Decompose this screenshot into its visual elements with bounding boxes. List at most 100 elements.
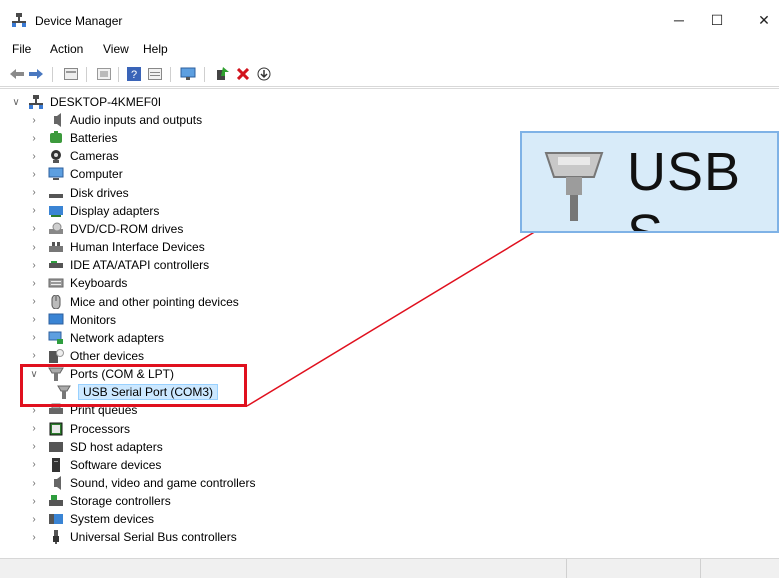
tree-item-label: Other devices [70,348,145,363]
tree-item-label: Mice and other pointing devices [70,294,239,309]
highlight-box [20,364,247,407]
hid-icon [49,242,63,253]
help-icon[interactable]: ? [126,66,142,82]
tree-item-label: Software devices [70,457,162,472]
chevron-right-icon[interactable]: › [28,223,40,235]
chevron-right-icon[interactable]: › [28,259,40,271]
tree-item-label: Audio inputs and outputs [70,113,203,127]
toolbar: ? [0,62,779,87]
ide-icon [49,261,63,269]
tree-category-item[interactable]: › Human Interface Devices [28,238,205,256]
processor-icon [49,422,63,436]
camera-icon [51,150,61,164]
tree-category-item[interactable]: › Software devices [28,456,161,474]
tree-item-label: Processors [70,421,131,436]
close-button[interactable]: ✕ [741,4,779,36]
back-icon[interactable] [9,66,25,82]
forward-icon[interactable] [28,66,44,82]
tree-category-item[interactable]: › SD host adapters [28,438,163,456]
tree-item-label: Human Interface Devices [70,240,205,255]
tree-category-item[interactable]: › Mice and other pointing devices [28,293,239,311]
tree-category-item[interactable]: › Batteries [28,129,117,147]
chevron-right-icon[interactable]: › [28,441,40,453]
chevron-right-icon[interactable]: › [28,423,40,435]
chevron-right-icon[interactable]: › [28,296,40,308]
system-icon [49,514,63,525]
tree-item-label: Cameras [70,149,119,164]
chevron-right-icon[interactable]: › [28,241,40,253]
tree-item-label: DVD/CD-ROM drives [70,221,184,236]
tree-category-item[interactable]: › Keyboards [28,274,127,292]
menu-action[interactable]: Action [50,42,83,56]
tree-category-item[interactable]: › Universal Serial Bus controllers [28,528,237,546]
tree-item-label: Computer [70,167,123,182]
chevron-right-icon[interactable]: › [28,350,40,362]
zoom-callout: USB S [520,131,779,233]
tree-item-label: Sound, video and game controllers [70,476,256,490]
device-manager-icon [12,13,26,27]
tree-root[interactable]: ∨ DESKTOP-4KMEF0I [10,93,161,111]
monitor-icon[interactable] [180,66,196,82]
uninstall-icon[interactable] [235,66,251,82]
tree-category-item[interactable]: › Disk drives [28,184,128,202]
tree-category-item[interactable]: › System devices [28,510,154,528]
menu-help[interactable]: Help [143,42,168,56]
tree-category-item[interactable]: › Monitors [28,311,116,329]
tree-item-label: Keyboards [70,276,128,291]
tree-category-item[interactable]: › DVD/CD-ROM drives [28,220,183,238]
chevron-right-icon[interactable]: › [28,332,40,344]
window-title: Device Manager [35,14,123,28]
tree-item-label: IDE ATA/ATAPI controllers [70,258,210,273]
chevron-right-icon[interactable]: › [28,531,40,543]
tree-item-label: SD host adapters [70,439,163,454]
chevron-right-icon[interactable]: › [28,277,40,289]
disk-icon [49,193,63,198]
title-bar: Device Manager ─ ☐ ✕ [0,0,779,38]
maximize-button[interactable]: ☐ [694,4,740,36]
tree-category-item[interactable]: › Audio inputs and outputs [28,111,202,129]
scan-icon[interactable] [256,66,272,82]
tree-category-item[interactable]: › Network adapters [28,329,164,347]
menu-bar: File Action View Help [0,38,779,60]
svg-text:?: ? [131,69,137,81]
menu-file[interactable]: File [12,42,31,56]
update-driver-icon[interactable] [214,66,230,82]
tree-category-item[interactable]: › Other devices [28,347,144,365]
tree-category-item[interactable]: › Display adapters [28,202,159,220]
chevron-right-icon[interactable]: › [28,513,40,525]
unknown-device-icon [49,348,64,363]
dvd-icon [49,222,63,234]
tree-category-item[interactable]: › Sound, video and game controllers [28,474,255,492]
tree-item-label: Batteries [70,131,118,146]
tree-category-item[interactable]: › Processors [28,420,130,438]
chevron-down-icon[interactable]: ∨ [10,96,22,108]
chevron-right-icon[interactable]: › [28,168,40,180]
chevron-right-icon[interactable]: › [28,459,40,471]
tree-category-item[interactable]: › Computer [28,165,123,183]
details-icon[interactable] [147,66,163,82]
tree-root-label: DESKTOP-4KMEF0I [50,95,162,109]
chevron-right-icon[interactable]: › [28,314,40,326]
display-icon [49,205,63,217]
tree-item-label: Display adapters [70,203,160,218]
chevron-right-icon[interactable]: › [28,150,40,162]
computer-icon [48,167,64,181]
menu-view[interactable]: View [103,42,129,56]
computer-root-icon [29,95,43,109]
chevron-right-icon[interactable]: › [28,132,40,144]
chevron-right-icon[interactable]: › [28,114,40,126]
tree-item-label: Monitors [70,312,117,327]
chevron-right-icon[interactable]: › [28,205,40,217]
chevron-right-icon[interactable]: › [28,495,40,507]
sd-icon [49,441,63,452]
tree-category-item[interactable]: › IDE ATA/ATAPI controllers [28,256,209,274]
tree-category-item[interactable]: › Storage controllers [28,492,170,510]
chevron-right-icon[interactable]: › [28,187,40,199]
tree-category-item[interactable]: › Cameras [28,147,119,165]
chevron-right-icon[interactable]: › [28,477,40,489]
properties-icon[interactable] [63,66,79,82]
view-icon[interactable] [96,66,112,82]
network-icon [48,331,63,344]
usb-icon [53,530,59,545]
tree-item-label: System devices [70,512,155,527]
